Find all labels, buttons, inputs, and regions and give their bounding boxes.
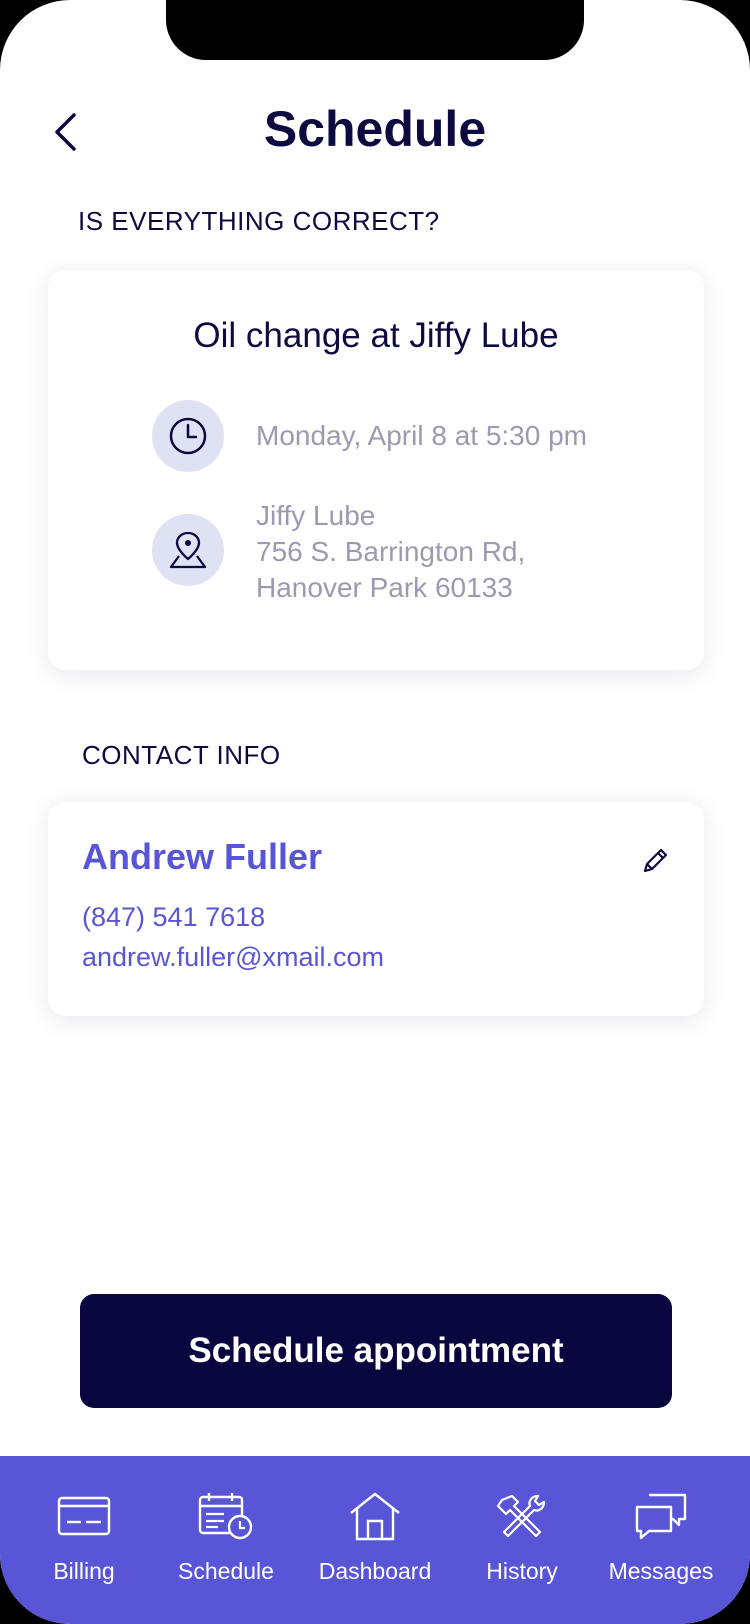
appointment-card: Oil change at Jiffy Lube Monday, April 8… bbox=[48, 270, 704, 670]
appointment-title: Oil change at Jiffy Lube bbox=[193, 316, 559, 355]
confirm-section-label: IS EVERYTHING CORRECT? bbox=[78, 206, 440, 236]
contact-phone: (847) 541 7618 bbox=[82, 902, 266, 932]
location-icon-badge bbox=[152, 514, 224, 586]
tab-messages-label: Messages bbox=[608, 1558, 714, 1584]
tab-schedule-label: Schedule bbox=[178, 1558, 274, 1584]
contact-card: Andrew Fuller (847) 541 7618 andrew.full… bbox=[48, 802, 704, 1016]
page-title: Schedule bbox=[263, 101, 487, 157]
tab-billing[interactable]: Billing bbox=[34, 1456, 134, 1624]
tab-dashboard[interactable]: Dashboard bbox=[310, 1456, 440, 1624]
calendar-clock-icon bbox=[198, 1493, 253, 1540]
appointment-datetime: Monday, April 8 at 5:30 pm bbox=[256, 420, 587, 451]
edit-contact-button[interactable] bbox=[638, 842, 674, 878]
address-line-2: Hanover Park 60133 bbox=[256, 572, 513, 603]
chat-bubbles-icon bbox=[635, 1493, 687, 1540]
tab-schedule[interactable]: Schedule bbox=[166, 1456, 286, 1624]
tab-history[interactable]: History bbox=[470, 1456, 574, 1624]
device-notch bbox=[166, 0, 584, 60]
pencil-icon bbox=[643, 848, 668, 873]
tab-dashboard-label: Dashboard bbox=[318, 1558, 432, 1584]
tab-messages[interactable]: Messages bbox=[596, 1456, 726, 1624]
clock-icon bbox=[169, 417, 207, 455]
contact-section-label: CONTACT INFO bbox=[82, 740, 281, 770]
contact-name: Andrew Fuller bbox=[82, 836, 323, 877]
schedule-appointment-button[interactable]: Schedule appointment bbox=[80, 1294, 672, 1408]
contact-email: andrew.fuller@xmail.com bbox=[82, 942, 385, 972]
bottom-tab-bar: Billing Schedule Dashboard History Messa… bbox=[0, 1456, 750, 1624]
location-name: Jiffy Lube bbox=[256, 500, 376, 531]
map-pin-icon bbox=[169, 531, 207, 569]
address-line-1: 756 S. Barrington Rd, bbox=[256, 536, 526, 567]
wrench-hammer-icon bbox=[496, 1494, 546, 1538]
credit-card-icon bbox=[57, 1496, 111, 1536]
tab-history-label: History bbox=[486, 1558, 558, 1584]
home-icon bbox=[350, 1492, 400, 1541]
tab-billing-label: Billing bbox=[53, 1558, 115, 1584]
time-icon-badge bbox=[152, 400, 224, 472]
phone-screen: Schedule IS EVERYTHING CORRECT? Oil chan… bbox=[0, 0, 750, 1624]
appointment-location: Jiffy Lube 756 S. Barrington Rd, Hanover… bbox=[256, 498, 525, 606]
